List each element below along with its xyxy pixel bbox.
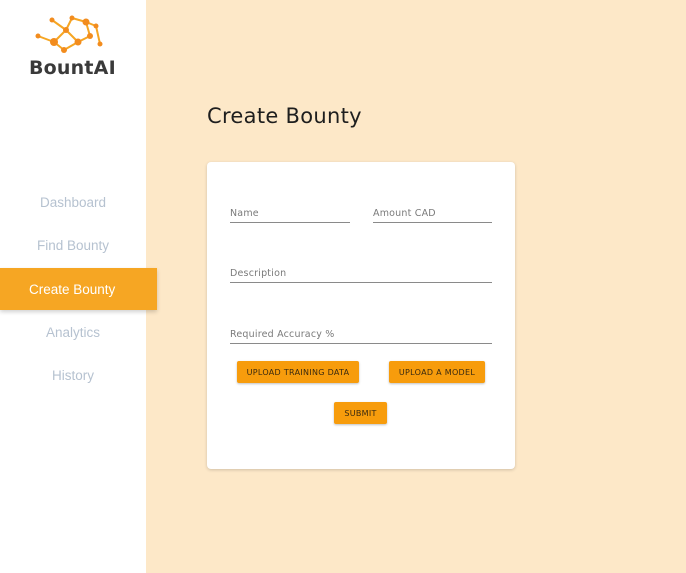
sidebar-item-history[interactable]: History xyxy=(0,354,146,396)
sidebar-item-analytics[interactable]: Analytics xyxy=(0,311,146,353)
description-input[interactable] xyxy=(230,260,492,282)
page-title: Create Bounty xyxy=(207,104,362,128)
sidebar-item-find-bounty[interactable]: Find Bounty xyxy=(0,224,146,266)
create-bounty-form: UPLOAD TRAINING DATA UPLOAD A MODEL SUBM… xyxy=(207,162,515,469)
submit-button[interactable]: SUBMIT xyxy=(334,402,387,424)
upload-model-button[interactable]: UPLOAD A MODEL xyxy=(389,361,485,383)
accuracy-input[interactable] xyxy=(230,321,492,343)
sidebar-item-create-bounty[interactable]: Create Bounty xyxy=(0,268,157,310)
name-input[interactable] xyxy=(230,200,350,222)
amount-input[interactable] xyxy=(373,200,492,222)
sidebar-item-dashboard[interactable]: Dashboard xyxy=(0,181,146,223)
name-field-wrapper xyxy=(230,200,350,223)
upload-training-data-button[interactable]: UPLOAD TRAINING DATA xyxy=(237,361,359,383)
accuracy-field-wrapper xyxy=(230,321,492,344)
network-logo-icon xyxy=(35,15,103,53)
amount-field-wrapper xyxy=(373,200,492,223)
brand-name: BountAI xyxy=(29,57,116,79)
description-field-wrapper xyxy=(230,260,492,283)
logo[interactable]: BountAI xyxy=(26,14,118,84)
sidebar: BountAI Dashboard Find Bounty Create Bou… xyxy=(0,0,157,573)
